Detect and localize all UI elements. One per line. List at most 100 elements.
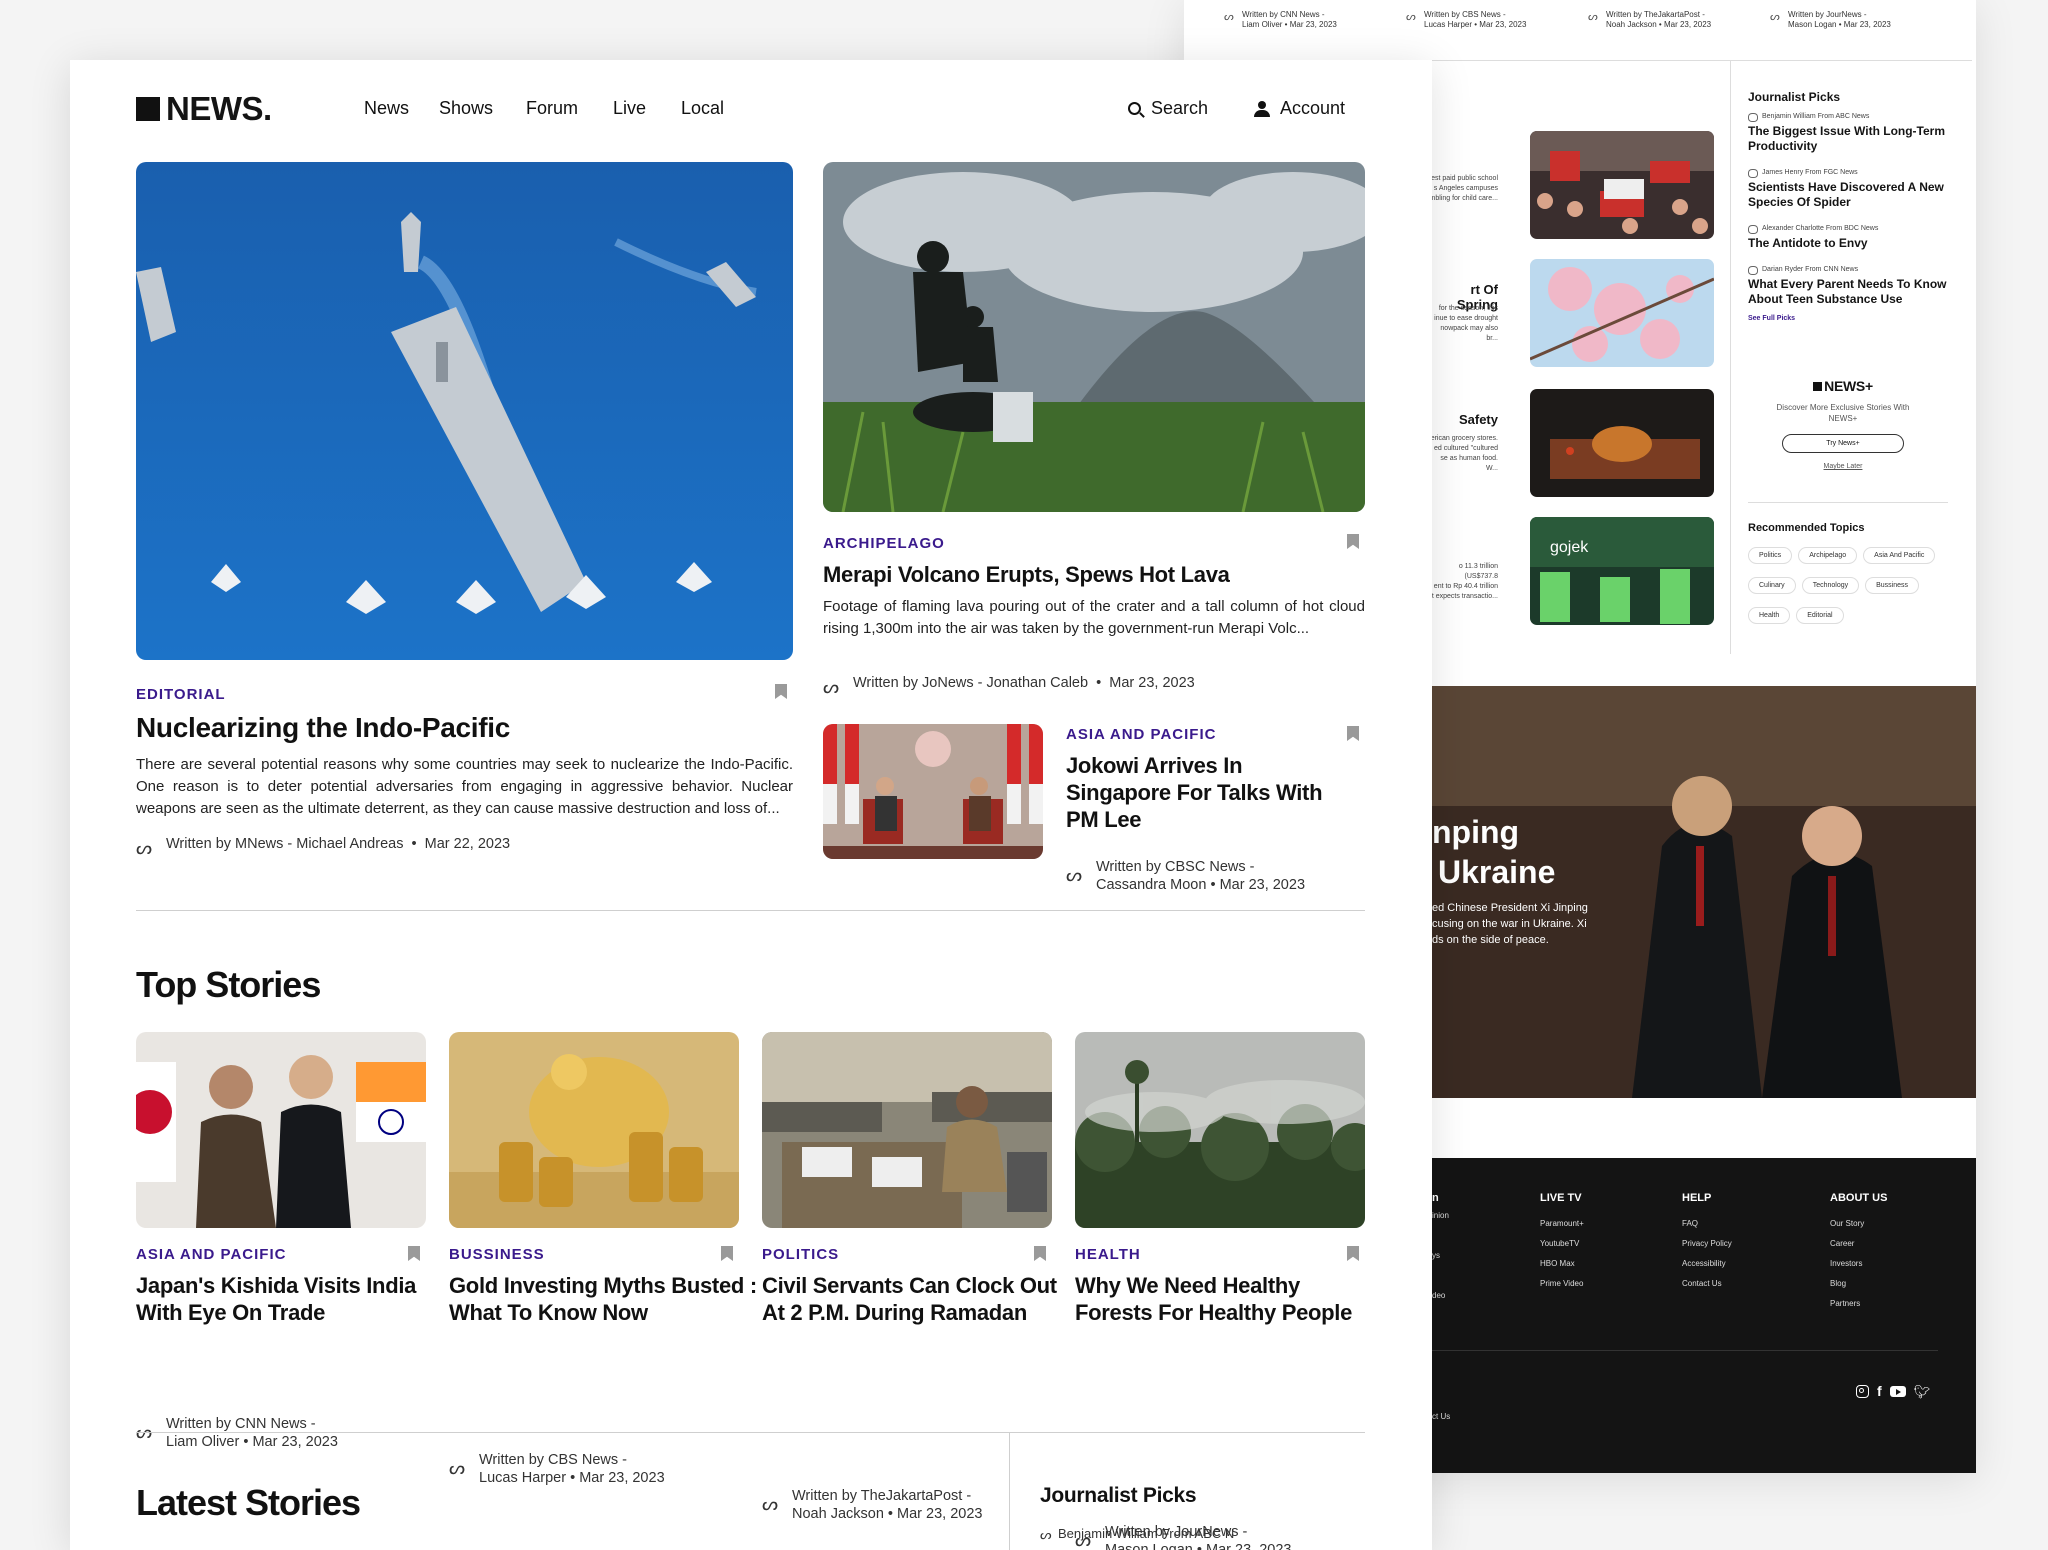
bookmark-icon[interactable] [721,1246,733,1261]
pick-title[interactable]: Scientists Have Discovered A New Species… [1748,180,1948,210]
pick-title[interactable]: What Every Parent Needs To Know About Te… [1748,277,1948,307]
featured-headline[interactable]: Merapi Volcano Erupts, Spews Hot Lava [823,562,1230,588]
facebook-icon[interactable]: f [1877,1384,1882,1398]
hero-headline[interactable]: Nuclearizing the Indo-Pacific [136,712,510,744]
divider [136,1432,1365,1433]
featured-byline: ᔕ Written by JoNews - Jonathan Caleb • Ma… [823,675,1195,697]
story-headline[interactable]: Civil Servants Can Clock Out At 2 P.M. Du… [762,1272,1057,1326]
footer-column-live-tv: LIVE TV Paramount+ YoutubeTV HBO Max Pri… [1540,1192,1584,1288]
story-title[interactable]: Safety [1428,412,1498,427]
author-icon: ᔕ [449,1458,466,1478]
social-links: f 🐦︎ [1856,1384,1930,1398]
banner-title-line: nping [1432,814,1520,850]
nav-forum[interactable]: Forum [526,98,578,119]
pick-title[interactable]: The Biggest Issue With Long-Term Product… [1748,124,1948,154]
bookmark-icon[interactable] [408,1246,420,1261]
bookmark-icon[interactable] [1347,534,1359,549]
story-excerpt: o 11.3 trillion (US$737.8 ent to Rp 40.4… [1430,563,1498,600]
category-label[interactable]: ARCHIPELAGO [823,535,945,552]
topic-chip[interactable]: Editorial [1796,607,1844,624]
divider [1748,502,1948,503]
topic-chip[interactable]: Culinary [1748,577,1796,594]
author-icon: ᔕ [136,838,153,858]
protest-thumbnail[interactable] [1530,131,1714,239]
topic-chip[interactable]: Health [1748,607,1791,624]
story-image-gold[interactable] [449,1032,739,1228]
secondary-byline: ᔕ Written by CBSC News - Cassandra Moon • … [1066,859,1306,893]
instagram-icon[interactable] [1856,1384,1869,1398]
youtube-icon[interactable] [1889,1385,1906,1397]
account-button[interactable]: Account [1254,98,1345,119]
recommended-topics: Recommended Topics Politics Archipelago As… [1748,522,1948,634]
hero-excerpt: There are several potential reasons why … [136,756,793,817]
pick-title[interactable]: The Antidote to Envy [1748,236,1948,251]
footer-column-about: ABOUT US Our Story Career Investors Blog… [1830,1192,1888,1308]
story-image-office[interactable] [762,1032,1052,1228]
xi-putin-banner[interactable]: nping Ukraine ed Chinese President Xi Ji… [1432,686,1976,1098]
divider [136,910,1365,911]
author-icon: ᔕ [1406,11,1416,23]
hero-image[interactable] [136,162,793,660]
category-label[interactable]: ASIA AND PACIFIC [1066,726,1216,743]
category-label[interactable]: BUSSINESS [449,1246,545,1263]
story-headline[interactable]: Japan's Kishida Visits India With Eye On … [136,1272,416,1326]
topic-chip[interactable]: Politics [1748,547,1793,564]
category-label[interactable]: EDITORIAL [136,686,226,703]
search-button[interactable]: Search [1128,98,1208,119]
topic-chip[interactable]: Asia And Pacific [1863,547,1936,564]
try-news-plus-button[interactable]: Try News+ [1782,434,1904,453]
author-icon: ᔕ [1224,11,1234,23]
maybe-later-link[interactable]: Maybe Later [1748,463,1938,470]
cherry-blossom-thumbnail[interactable] [1530,259,1714,367]
secondary-headline[interactable]: Jokowi Arrives In Singapore For Talks Wi… [1066,752,1346,833]
topic-chip[interactable]: Archipelago [1798,547,1858,564]
nav-live[interactable]: Live [613,98,646,119]
bookmark-icon[interactable] [1347,1246,1359,1261]
banner-excerpt: ed Chinese President Xi Jinping cusing o… [1432,902,1588,946]
nav-shows[interactable]: Shows [439,98,493,119]
nav-local[interactable]: Local [681,98,724,119]
topic-chip[interactable]: Technology [1801,577,1860,594]
site-footer: n inion ys deo LIVE TV Paramount+ Youtub… [1432,1158,1976,1473]
author-icon: ᔕ [1066,865,1083,885]
bookmark-icon[interactable] [1034,1246,1046,1261]
pick-author: James Henry From FGC News [1748,168,1948,178]
divider [1730,60,1731,654]
story-byline: ᔕ Written by CBS News - Lucas Harper • Mar… [449,1452,665,1486]
category-label[interactable]: POLITICS [762,1246,839,1263]
story-headline[interactable]: Gold Investing Myths Busted : What To Kno… [449,1272,757,1326]
search-icon [1128,102,1145,118]
category-label[interactable]: HEALTH [1075,1246,1141,1263]
news-homepage: NEWS. News Shows Forum Live Local Search… [70,60,1432,1550]
gojek-thumbnail[interactable]: gojek [1530,517,1714,625]
author-icon: ᔕ [823,677,840,697]
author-icon: ᔕ [1040,1527,1052,1542]
hero-byline: ᔕ Written by MNews - Michael Andreas • Ma… [136,836,511,858]
secondary-image[interactable] [823,724,1043,859]
logo-square-icon [136,97,160,121]
banner-title-line: Ukraine [1438,854,1556,890]
footer-link[interactable]: ct Us [1432,1412,1450,1421]
story-headline[interactable]: Why We Need Healthy Forests For Healthy P… [1075,1272,1352,1326]
author-icon: ᔕ [1588,11,1598,23]
divider [1432,60,1972,61]
divider [1432,1350,1938,1351]
news-plus-logo: NEWS+ [1748,378,1938,394]
story-image-forest[interactable] [1075,1032,1365,1228]
twitter-icon[interactable]: 🐦︎ [1914,1385,1931,1398]
cultured-meat-thumbnail[interactable] [1530,389,1714,497]
footer-column: n inion ys deo [1432,1192,1449,1300]
bookmark-icon[interactable] [775,684,787,699]
pick-author: ᔕ Benjamin William From ABC N [1040,1526,1235,1542]
site-logo[interactable]: NEWS. [136,92,272,125]
story-image-kishida[interactable] [136,1032,426,1228]
nav-news[interactable]: News [364,98,409,119]
topic-chip[interactable]: Bussiness [1865,577,1920,594]
bookmark-icon[interactable] [1347,726,1359,741]
see-full-picks-link[interactable]: See Full Picks [1748,315,1948,322]
story-excerpt: erican grocery stores. ed cultured "cult… [1430,435,1498,472]
featured-image[interactable] [823,162,1365,512]
category-label[interactable]: ASIA AND PACIFIC [136,1246,286,1263]
byline: ᔕ Written by JourNews - Mason Logan • Mar … [1770,10,1891,29]
author-icon: ᔕ [762,1494,779,1514]
